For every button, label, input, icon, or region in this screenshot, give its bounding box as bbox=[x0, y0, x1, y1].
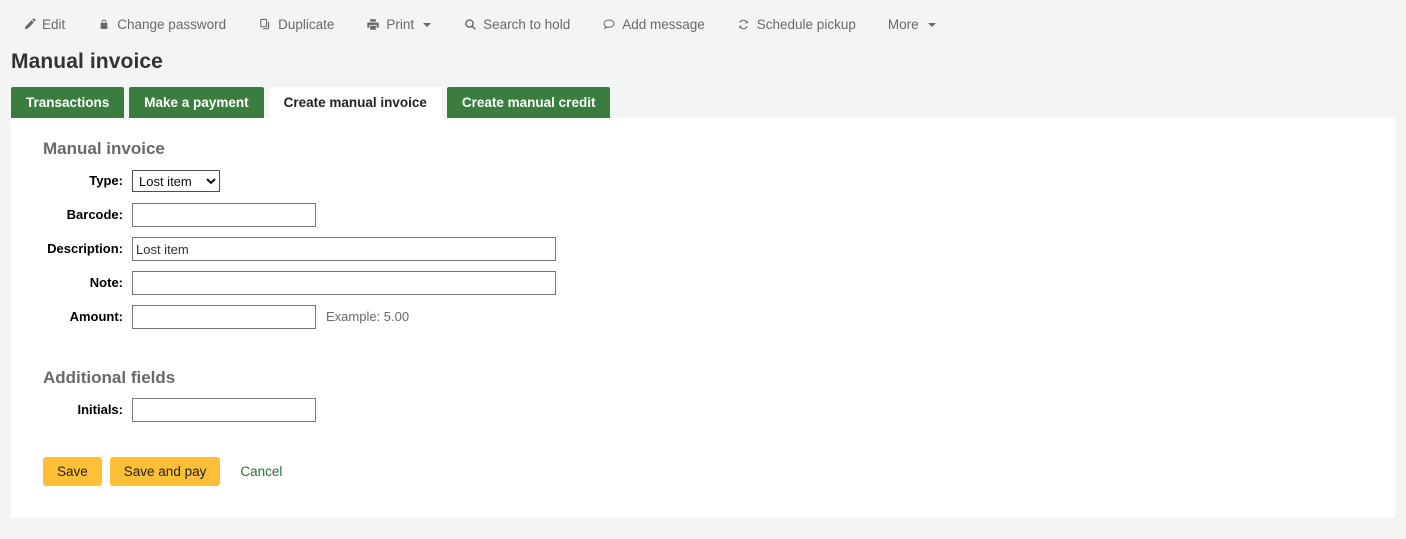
form-actions: Save Save and pay Cancel bbox=[43, 457, 1395, 486]
save-button[interactable]: Save bbox=[43, 457, 102, 486]
type-select[interactable]: Lost item bbox=[132, 170, 220, 192]
lock-icon bbox=[97, 18, 111, 32]
toolbar-item-label: More bbox=[888, 18, 919, 32]
toolbar-item-search-to-hold[interactable]: Search to hold bbox=[463, 18, 570, 32]
toolbar-item-label: Add message bbox=[622, 18, 705, 32]
tab-make-a-payment[interactable]: Make a payment bbox=[129, 87, 263, 118]
refresh-icon bbox=[737, 18, 751, 32]
search-icon bbox=[463, 18, 477, 32]
toolbar-item-change-password[interactable]: Change password bbox=[97, 18, 226, 32]
toolbar-item-schedule-pickup[interactable]: Schedule pickup bbox=[737, 18, 856, 32]
barcode-input[interactable] bbox=[132, 203, 316, 227]
toolbar-item-duplicate[interactable]: Duplicate bbox=[258, 18, 334, 32]
type-label: Type: bbox=[11, 168, 132, 194]
barcode-label: Barcode: bbox=[11, 202, 132, 228]
tab-create-manual-invoice[interactable]: Create manual invoice bbox=[269, 87, 442, 118]
tab-create-manual-credit[interactable]: Create manual credit bbox=[447, 87, 611, 118]
page-title: Manual invoice bbox=[0, 49, 1406, 75]
comment-icon bbox=[602, 18, 616, 32]
amount-label: Amount: bbox=[11, 304, 132, 330]
copy-icon bbox=[258, 18, 272, 32]
initials-label: Initials: bbox=[11, 397, 132, 423]
form-legend-manual-invoice: Manual invoice bbox=[43, 138, 1395, 160]
toolbar-item-edit[interactable]: Edit bbox=[22, 18, 65, 32]
toolbar-item-label: Edit bbox=[42, 18, 65, 32]
field-row-barcode: Barcode: bbox=[11, 202, 1395, 228]
form-legend-additional-fields: Additional fields bbox=[43, 367, 1395, 389]
toolbar-item-more[interactable]: More bbox=[888, 18, 936, 32]
toolbar-item-label: Search to hold bbox=[483, 18, 570, 32]
note-label: Note: bbox=[11, 270, 132, 296]
toolbar-item-label: Schedule pickup bbox=[757, 18, 856, 32]
printer-icon bbox=[366, 18, 380, 32]
toolbar-item-label: Print bbox=[386, 18, 414, 32]
manual-invoice-fieldset: Type: Lost item Barcode: Description: No… bbox=[11, 160, 1395, 330]
description-input[interactable] bbox=[132, 237, 556, 261]
field-row-initials: Initials: bbox=[11, 397, 1395, 423]
tab-transactions[interactable]: Transactions bbox=[11, 87, 124, 118]
toolbar-item-add-message[interactable]: Add message bbox=[602, 18, 705, 32]
toolbar-item-print[interactable]: Print bbox=[366, 18, 431, 32]
initials-input[interactable] bbox=[132, 398, 316, 422]
chevron-down-icon bbox=[928, 23, 936, 27]
pencil-icon bbox=[22, 18, 36, 32]
tab-bar: Transactions Make a payment Create manua… bbox=[0, 87, 1406, 118]
manual-invoice-panel: Manual invoice Type: Lost item Barcode: … bbox=[11, 118, 1395, 518]
field-row-type: Type: Lost item bbox=[11, 168, 1395, 194]
additional-fields-fieldset: Initials: bbox=[11, 389, 1395, 423]
field-row-note: Note: bbox=[11, 270, 1395, 296]
field-row-amount: Amount: Example: 5.00 bbox=[11, 304, 1395, 330]
field-row-description: Description: bbox=[11, 236, 1395, 262]
toolbar-item-label: Change password bbox=[117, 18, 226, 32]
amount-hint: Example: 5.00 bbox=[326, 304, 409, 330]
save-and-pay-button[interactable]: Save and pay bbox=[110, 457, 221, 486]
action-toolbar: Edit Change password Duplicate Print bbox=[0, 0, 1406, 49]
note-input[interactable] bbox=[132, 271, 556, 295]
cancel-link[interactable]: Cancel bbox=[240, 464, 282, 479]
amount-input[interactable] bbox=[132, 305, 316, 329]
description-label: Description: bbox=[11, 236, 132, 262]
chevron-down-icon bbox=[423, 23, 431, 27]
toolbar-item-label: Duplicate bbox=[278, 18, 334, 32]
